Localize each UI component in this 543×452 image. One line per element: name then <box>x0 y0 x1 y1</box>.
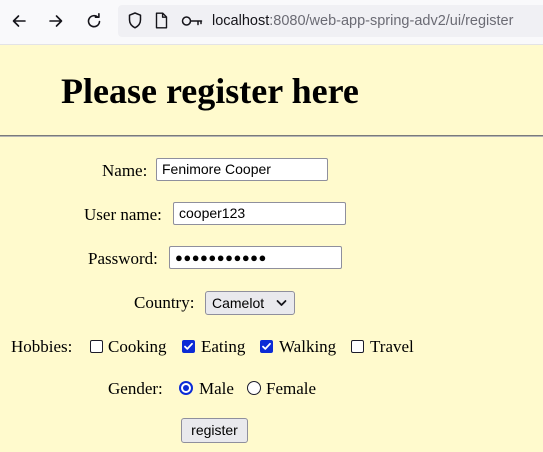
arrow-left-icon <box>12 15 26 27</box>
divider <box>0 135 543 137</box>
country-selected-value: Camelot <box>212 295 265 311</box>
gender-male-radio[interactable] <box>179 381 193 395</box>
hobby-eating-label[interactable]: Eating <box>201 336 245 358</box>
hobby-travel-label[interactable]: Travel <box>370 336 414 358</box>
hobby-eating-checkbox[interactable] <box>182 340 195 353</box>
checkmark-icon <box>262 342 271 350</box>
hobby-cooking-label[interactable]: Cooking <box>108 336 167 358</box>
gender-female-label[interactable]: Female <box>266 378 316 400</box>
reload-icon <box>87 13 101 28</box>
register-button[interactable]: register <box>181 418 248 443</box>
country-label: Country: <box>134 293 195 312</box>
checkmark-icon <box>184 342 193 350</box>
name-field[interactable]: Fenimore Cooper <box>156 158 328 181</box>
password-value: ●●●●●●●●●●● <box>175 250 267 265</box>
gender-male-label[interactable]: Male <box>199 378 234 400</box>
hobby-cooking-checkbox[interactable] <box>90 340 103 353</box>
name-value: Fenimore Cooper <box>162 161 271 177</box>
reload-button[interactable] <box>80 7 108 35</box>
arrow-right-icon <box>49 15 63 27</box>
gender-label: Gender: <box>108 379 163 398</box>
username-field[interactable]: cooper123 <box>173 202 346 225</box>
hobby-walking-label[interactable]: Walking <box>279 336 336 358</box>
gender-female-radio[interactable] <box>247 381 261 395</box>
country-select[interactable]: Camelot <box>205 291 295 315</box>
password-field[interactable]: ●●●●●●●●●●● <box>169 246 342 269</box>
username-label: User name: <box>84 205 162 224</box>
browser-toolbar: localhost:8080/web-app-spring-adv2/ui/re… <box>0 0 543 45</box>
back-button[interactable] <box>5 7 33 35</box>
password-label: Password: <box>88 249 158 268</box>
hobby-walking-checkbox[interactable] <box>260 340 273 353</box>
hobbies-label: Hobbies: <box>11 337 73 356</box>
shield-icon[interactable] <box>128 12 142 29</box>
forward-button[interactable] <box>42 7 70 35</box>
url-host: localhost <box>212 13 270 29</box>
chevron-down-icon <box>276 300 287 306</box>
page-title: Please register here <box>61 71 359 111</box>
key-icon[interactable] <box>181 13 203 29</box>
username-value: cooper123 <box>179 205 246 221</box>
name-label: Name: <box>102 161 148 180</box>
page-icon[interactable] <box>155 12 168 29</box>
hobby-travel-checkbox[interactable] <box>351 340 364 353</box>
url-path: :8080/web-app-spring-adv2/ui/register <box>269 13 514 29</box>
url-text[interactable]: localhost:8080/web-app-spring-adv2/ui/re… <box>212 12 513 30</box>
address-bar[interactable]: localhost:8080/web-app-spring-adv2/ui/re… <box>118 5 543 37</box>
